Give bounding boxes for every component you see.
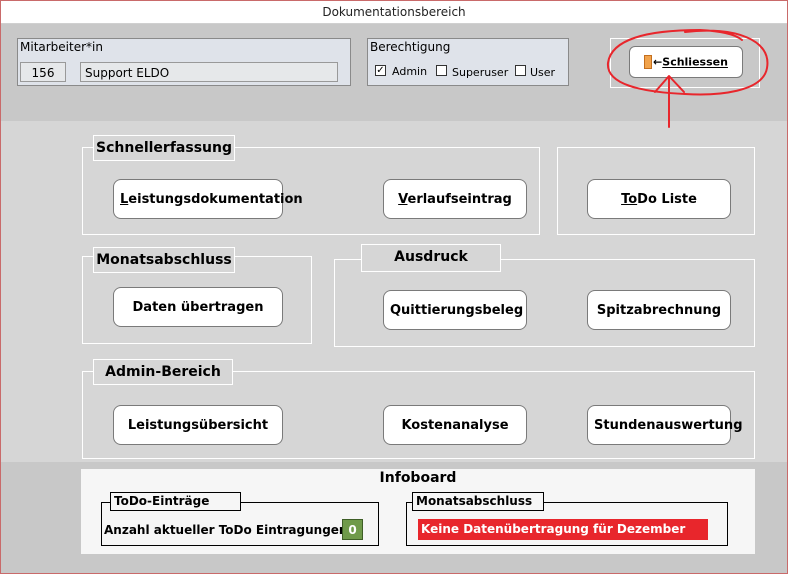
window-title: Dokumentationsbereich: [1, 1, 787, 24]
admin-title: Admin-Bereich: [93, 359, 233, 385]
user-checkbox-label: User: [530, 66, 556, 79]
daten-uebertragen-button[interactable]: Daten übertragen: [113, 287, 283, 327]
quittierungsbeleg-button[interactable]: Quittierungsbeleg: [383, 290, 527, 330]
close-button-label: Schliessen: [662, 55, 728, 69]
infoboard-title: Infoboard: [379, 470, 457, 486]
schnellerfassung-title: Schnellerfassung: [93, 135, 235, 161]
leistungsdokumentation-button[interactable]: Leistungsdokumentation: [113, 179, 303, 219]
todo-count-badge: 0: [342, 519, 363, 540]
todo-liste-button[interactable]: ToDo Liste: [587, 179, 731, 219]
superuser-checkbox-label: Superuser: [452, 66, 509, 79]
monatsabschluss-title: Monatsabschluss: [93, 247, 235, 273]
employee-panel: Mitarbeiter*in 156 Support ELDO: [17, 38, 351, 86]
leistungsuebersicht-button[interactable]: Leistungsübersicht: [113, 405, 283, 445]
stundenauswertung-button[interactable]: Stundenauswertung: [587, 405, 743, 445]
exit-arrow-icon: ←: [653, 55, 663, 69]
spitzabrechnung-button[interactable]: Spitzabrechnung: [587, 290, 731, 330]
infoboard: Infoboard ToDo-Einträge Anzahl aktueller…: [81, 469, 755, 554]
employee-id-field: 156: [20, 62, 66, 82]
admin-checkbox[interactable]: ✓: [375, 65, 386, 76]
employee-label: Mitarbeiter*in: [20, 40, 103, 54]
permission-label: Berechtigung: [370, 40, 451, 54]
header-band: Mitarbeiter*in 156 Support ELDO Berechti…: [1, 24, 787, 121]
app-window: Dokumentationsbereich Mitarbeiter*in 156…: [0, 0, 788, 574]
main-area: Schnellerfassung Leistungsdokumentation …: [1, 121, 787, 462]
ausdruck-title: Ausdruck: [361, 244, 501, 272]
month-alert: Keine Datenübertragung für Dezember: [418, 519, 708, 540]
employee-name-field: Support ELDO: [80, 62, 338, 82]
permission-panel: Berechtigung ✓ Admin Superuser User: [367, 38, 569, 86]
admin-checkbox-label: Admin: [392, 65, 428, 78]
todo-entries-title: ToDo-Einträge: [110, 492, 241, 511]
user-checkbox[interactable]: [515, 65, 526, 76]
month-title: Monatsabschluss: [412, 492, 544, 511]
exit-door-icon: [644, 55, 653, 69]
kostenanalyse-button[interactable]: Kostenanalyse: [383, 405, 527, 445]
todo-count-label: Anzahl aktueller ToDo Eintragungen: [104, 523, 348, 537]
verlaufseintrag-button[interactable]: Verlaufseintrag: [383, 179, 527, 219]
superuser-checkbox[interactable]: [436, 65, 447, 76]
close-button[interactable]: ←Schliessen: [629, 46, 743, 78]
